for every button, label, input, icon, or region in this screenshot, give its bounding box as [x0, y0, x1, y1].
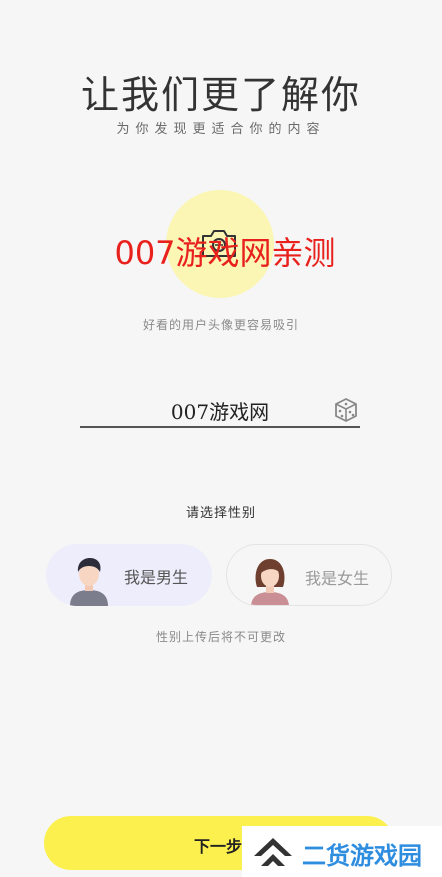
- male-label: 我是男生: [124, 568, 189, 587]
- female-label: 我是女生: [305, 569, 370, 588]
- page-title: 让我们更了解你: [80, 73, 361, 117]
- nickname-input[interactable]: [80, 394, 360, 428]
- watermark-overlay-text: 007游戏网亲测: [114, 234, 336, 272]
- gender-label: 请选择性别: [185, 506, 256, 521]
- onboarding-page: 让我们更了解你 为你发现更适合你的内容 007游戏网亲测 好看的用户头像更容易吸…: [0, 0, 442, 877]
- male-avatar-icon: [70, 558, 108, 606]
- gender-note: 性别上传后将不可更改: [155, 630, 286, 644]
- next-label: 下一步: [194, 837, 243, 856]
- male-button[interactable]: 我是男生: [46, 544, 212, 606]
- dice-icon[interactable]: [332, 396, 360, 424]
- chevron-up-logo-icon: [254, 838, 292, 866]
- female-button[interactable]: 我是女生: [226, 544, 392, 606]
- page-subtitle: 为你发现更适合你的内容: [116, 122, 326, 137]
- watermark-badge: 二货游戏园: [242, 826, 442, 877]
- watermark-brand-text: 二货游戏园: [302, 842, 422, 870]
- female-avatar-icon: [251, 559, 289, 605]
- avatar-hint: 好看的用户头像更容易吸引: [142, 318, 299, 332]
